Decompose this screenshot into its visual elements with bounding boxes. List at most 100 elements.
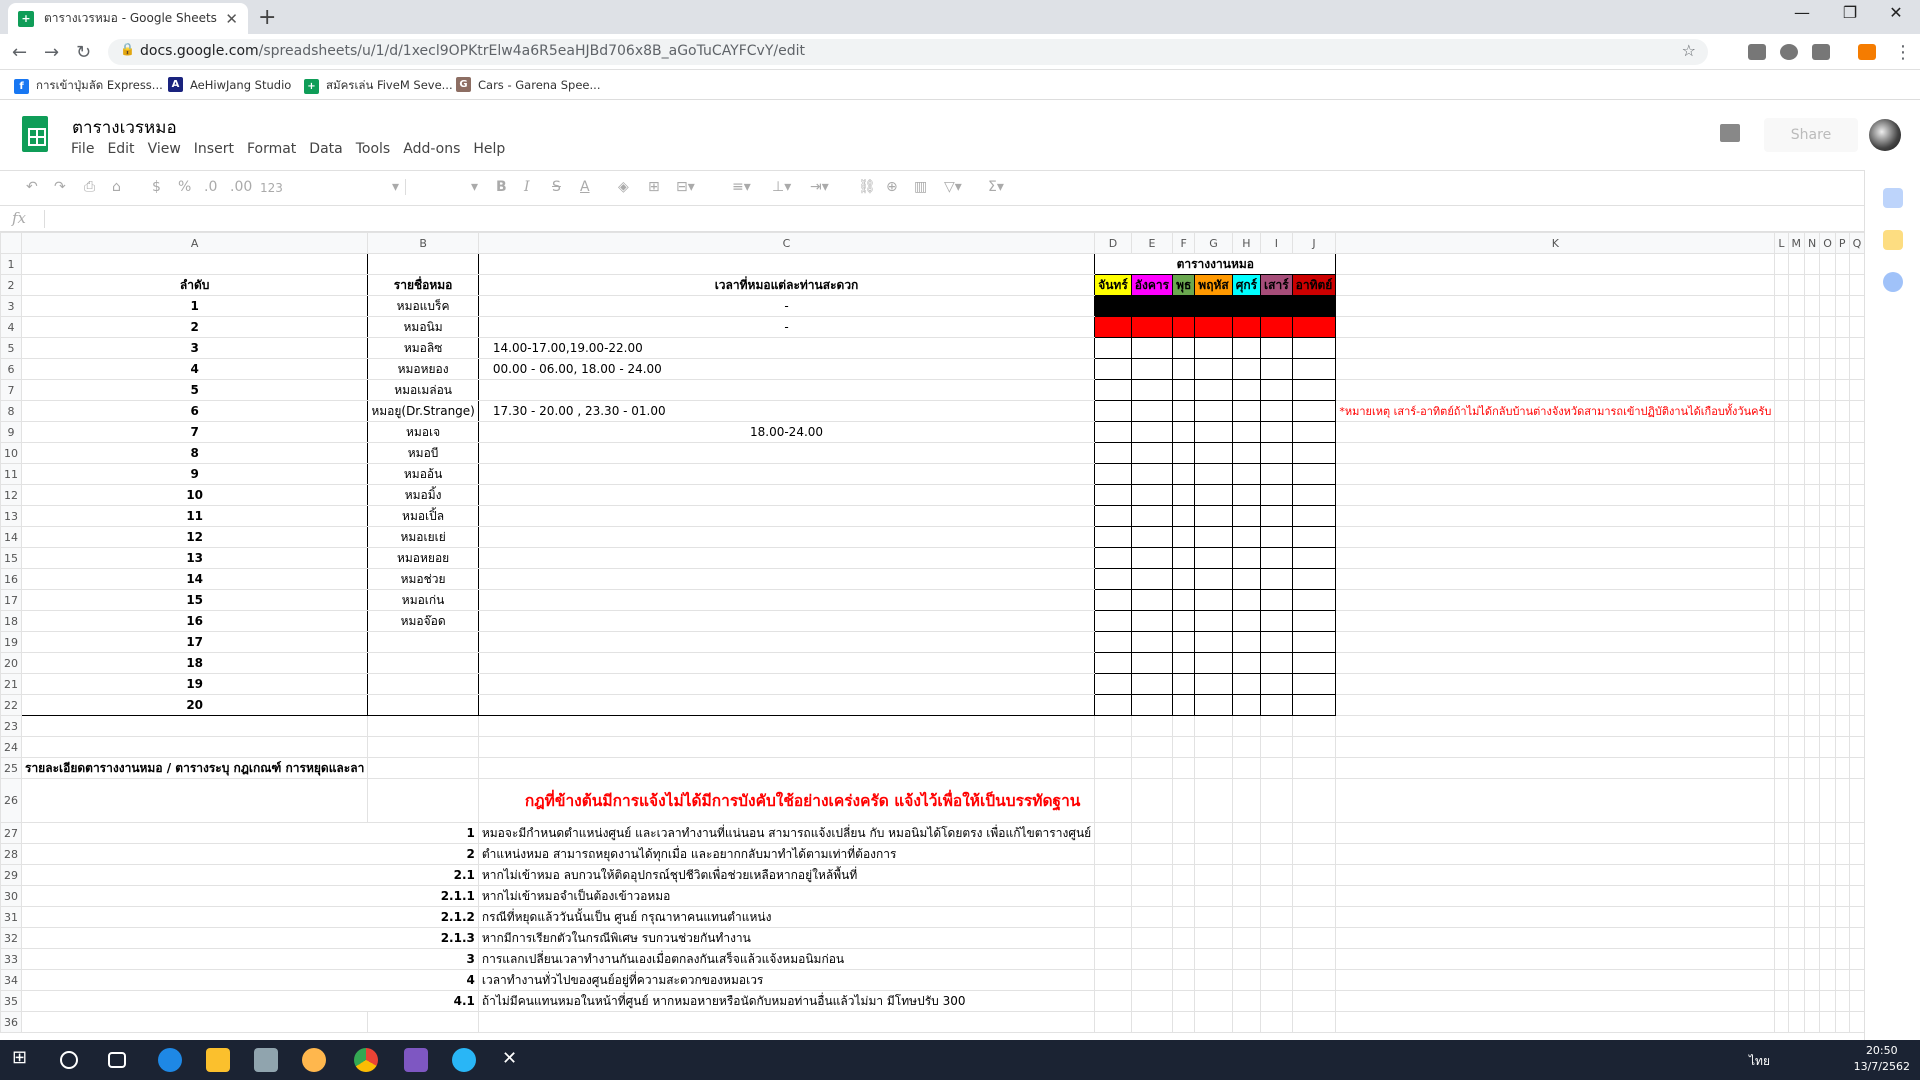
strikethrough-icon[interactable]: S: [552, 179, 561, 195]
horizontal-align-icon[interactable]: ≡▾: [732, 179, 751, 195]
cell-D7[interactable]: [1094, 379, 1132, 401]
row-header[interactable]: 7: [0, 379, 22, 401]
cell-K21[interactable]: [1335, 673, 1776, 695]
cell-O32[interactable]: [1819, 927, 1836, 949]
cell-F36[interactable]: [1172, 1011, 1196, 1033]
cell-A26[interactable]: [20, 778, 369, 823]
day-header[interactable]: อังคาร: [1130, 274, 1174, 296]
row-header[interactable]: 9: [0, 421, 22, 443]
cell-F19[interactable]: [1172, 631, 1196, 653]
doctor-order[interactable]: 6: [20, 400, 369, 422]
cell-H7[interactable]: [1231, 379, 1262, 401]
insert-chart-icon[interactable]: ▥: [914, 179, 927, 195]
cell-O9[interactable]: [1819, 421, 1836, 443]
cell-L8[interactable]: [1774, 400, 1789, 422]
doctor-time[interactable]: -: [477, 295, 1096, 317]
cell-H4[interactable]: [1231, 316, 1262, 338]
text-color-icon[interactable]: A: [580, 179, 590, 195]
doctor-name[interactable]: หมอช่วย: [367, 568, 479, 590]
cell-H32[interactable]: [1231, 927, 1262, 949]
cell-J18[interactable]: [1291, 610, 1337, 632]
borders-icon[interactable]: ⊞: [648, 179, 660, 195]
doctor-name[interactable]: [367, 673, 479, 695]
cell-L27[interactable]: [1774, 822, 1789, 844]
cell-K14[interactable]: [1335, 526, 1776, 548]
new-tab-button[interactable]: +: [258, 5, 276, 30]
cell-I10[interactable]: [1260, 442, 1293, 464]
doctor-name[interactable]: หมอเยเย่: [367, 526, 479, 548]
cell-L29[interactable]: [1774, 864, 1789, 886]
cell-K35[interactable]: [1335, 990, 1776, 1012]
menu-file[interactable]: File: [71, 141, 94, 157]
app-icon[interactable]: [302, 1048, 326, 1072]
cell-I22[interactable]: [1260, 694, 1293, 716]
cell-E23[interactable]: [1130, 715, 1174, 737]
cell-D28[interactable]: [1094, 843, 1132, 865]
cell-M20[interactable]: [1787, 652, 1806, 674]
cell-Q23[interactable]: [1848, 715, 1864, 737]
cell-N1[interactable]: [1804, 253, 1821, 275]
cell-I8[interactable]: [1260, 400, 1293, 422]
cell-G16[interactable]: [1194, 568, 1233, 590]
cell-O35[interactable]: [1819, 990, 1836, 1012]
cell-E21[interactable]: [1130, 673, 1174, 695]
cell-F33[interactable]: [1172, 948, 1196, 970]
cell-Q12[interactable]: [1848, 484, 1864, 506]
column-header[interactable]: L: [1774, 232, 1789, 254]
cell-G26[interactable]: [1194, 778, 1233, 823]
row-header[interactable]: 18: [0, 610, 22, 632]
cell-P17[interactable]: [1834, 589, 1850, 611]
cell-E17[interactable]: [1130, 589, 1174, 611]
column-header[interactable]: E: [1130, 232, 1174, 254]
cell-K19[interactable]: [1335, 631, 1776, 653]
cell-K2[interactable]: [1335, 274, 1776, 296]
cell-M23[interactable]: [1787, 715, 1806, 737]
cell-C23[interactable]: [477, 715, 1096, 737]
cell-L15[interactable]: [1774, 547, 1789, 569]
cell-E33[interactable]: [1130, 948, 1174, 970]
doctor-order[interactable]: 14: [20, 568, 369, 590]
cell-G36[interactable]: [1194, 1011, 1233, 1033]
doctor-name[interactable]: หมอแบร็ค: [367, 295, 479, 317]
doctor-order[interactable]: 11: [20, 505, 369, 527]
cell-K11[interactable]: [1335, 463, 1776, 485]
cell-I34[interactable]: [1260, 969, 1293, 991]
menu-format[interactable]: Format: [247, 141, 296, 157]
cell-F11[interactable]: [1172, 463, 1196, 485]
menu-tools[interactable]: Tools: [356, 141, 391, 157]
cell-D32[interactable]: [1094, 927, 1132, 949]
cell-J29[interactable]: [1291, 864, 1337, 886]
cell-D6[interactable]: [1094, 358, 1132, 380]
cell-D35[interactable]: [1094, 990, 1132, 1012]
cell-O6[interactable]: [1819, 358, 1836, 380]
cell-D19[interactable]: [1094, 631, 1132, 653]
cell-O29[interactable]: [1819, 864, 1836, 886]
cell-E19[interactable]: [1130, 631, 1174, 653]
cell-N22[interactable]: [1804, 694, 1821, 716]
functions-icon[interactable]: Σ▾: [988, 179, 1004, 195]
cell-H25[interactable]: [1231, 757, 1262, 779]
row-header[interactable]: 26: [0, 778, 22, 823]
cell-G21[interactable]: [1194, 673, 1233, 695]
cell-D31[interactable]: [1094, 906, 1132, 928]
cell-J5[interactable]: [1291, 337, 1337, 359]
percent-button[interactable]: %: [178, 179, 191, 195]
cell-G27[interactable]: [1194, 822, 1233, 844]
column-header[interactable]: M: [1787, 232, 1806, 254]
cell-F6[interactable]: [1172, 358, 1196, 380]
row-header[interactable]: 3: [0, 295, 22, 317]
cell-D12[interactable]: [1094, 484, 1132, 506]
bookmark-item[interactable]: + สมัครเล่น FiveM Seve...: [304, 77, 453, 95]
cell-N14[interactable]: [1804, 526, 1821, 548]
cell-M18[interactable]: [1787, 610, 1806, 632]
day-header[interactable]: เสาร์: [1260, 274, 1293, 296]
cell-M30[interactable]: [1787, 885, 1806, 907]
cell-G5[interactable]: [1194, 337, 1233, 359]
cell-D25[interactable]: [1094, 757, 1132, 779]
avatar[interactable]: [1869, 119, 1901, 151]
cell-J21[interactable]: [1291, 673, 1337, 695]
cell-I14[interactable]: [1260, 526, 1293, 548]
doctor-order[interactable]: 2: [20, 316, 369, 338]
cell-Q27[interactable]: [1848, 822, 1864, 844]
cell-M9[interactable]: [1787, 421, 1806, 443]
